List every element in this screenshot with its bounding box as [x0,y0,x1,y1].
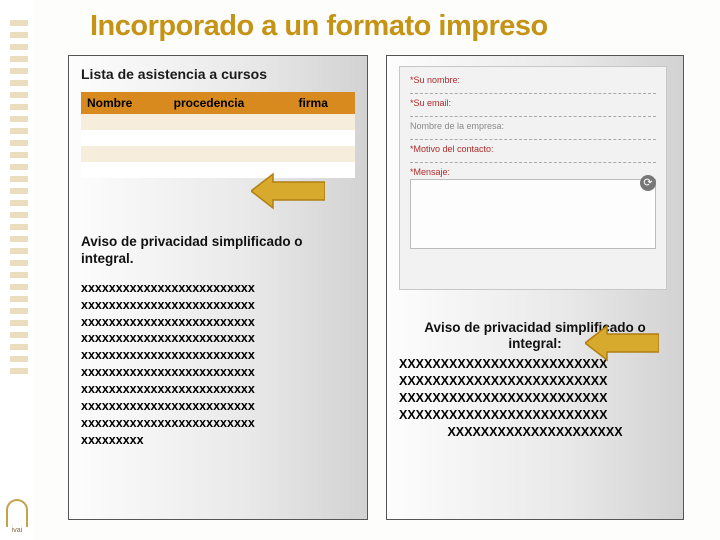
form-row-email: *Su email: [410,98,656,117]
xline: xxxxxxxxxxxxxxxxxxxxxxxxx [81,399,255,413]
label-motivo: *Motivo del contacto: [410,144,656,154]
input-nombre[interactable] [410,86,656,94]
table-row [81,130,355,146]
label-email: *Su email: [410,98,656,108]
input-empresa[interactable] [410,132,656,140]
form-row-nombre: *Su nombre: [410,75,656,94]
xline: xxxxxxxxxxxxxxxxxxxxxxxxx [81,416,255,430]
page-title: Incorporado a un formato impreso [90,10,548,43]
xblock-left: xxxxxxxxxxxxxxxxxxxxxxxxx xxxxxxxxxxxxxx… [81,280,355,449]
xline: xxxxxxxxxxxxxxxxxxxxxxxxx [81,281,255,295]
panel-form: *Su nombre: *Su email: Nombre de la empr… [386,55,684,520]
logo-arch-icon [6,499,28,527]
th-procedencia: procedencia [168,92,293,114]
xline: XXXXXXXXXXXXXXXXXXXXX [399,424,671,441]
th-firma: firma [293,92,355,114]
form-row-mensaje: *Mensaje: [410,167,656,249]
table-row [81,146,355,162]
xline: xxxxxxxxxxxxxxxxxxxxxxxxx [81,331,255,345]
refresh-icon[interactable]: ⟳ [640,175,656,191]
label-nombre: *Su nombre: [410,75,656,85]
privacy-caption-left: Aviso de privacidad simplificado o integ… [81,234,355,268]
arrow-attendance-wrap [81,186,355,228]
label-mensaje: *Mensaje: [410,167,656,177]
xline: xxxxxxxxxxxxxxxxxxxxxxxxx [81,382,255,396]
logo-ivai: ivai [2,486,32,534]
xblock-right: XXXXXXXXXXXXXXXXXXXXXXXXX XXXXXXXXXXXXXX… [399,356,671,440]
th-nombre: Nombre [81,92,168,114]
xline: XXXXXXXXXXXXXXXXXXXXXXXXX [399,391,607,405]
label-empresa: Nombre de la empresa: [410,121,656,131]
xline: XXXXXXXXXXXXXXXXXXXXXXXXX [399,408,607,422]
attendance-table: Nombre procedencia firma [81,92,355,178]
logo-text: ivai [12,527,23,534]
form-row-motivo: *Motivo del contacto: [410,144,656,163]
textarea-mensaje[interactable] [410,179,656,249]
xline: xxxxxxxxxxxxxxxxxxxxxxxxx [81,315,255,329]
arrow-icon [585,324,659,362]
panel-attendance: Lista de asistencia a cursos Nombre proc… [68,55,368,520]
table-row [81,114,355,130]
xline: XXXXXXXXXXXXXXXXXXXXXXXXX [399,357,607,371]
xline: XXXXXXXXXXXXXXXXXXXXXXXXX [399,374,607,388]
arrow-icon [251,172,325,210]
input-motivo[interactable] [410,155,656,163]
xline: xxxxxxxxxxxxxxxxxxxxxxxxx [81,348,255,362]
xline: xxxxxxxxxxxxxxxxxxxxxxxxx [81,365,255,379]
contact-form-card: *Su nombre: *Su email: Nombre de la empr… [399,66,667,290]
form-row-empresa: Nombre de la empresa: [410,121,656,140]
left-decor-stripe [0,0,34,540]
xline: xxxxxxxxx [81,433,144,447]
attendance-subtitle: Lista de asistencia a cursos [81,66,355,82]
xline: xxxxxxxxxxxxxxxxxxxxxxxxx [81,298,255,312]
input-email[interactable] [410,109,656,117]
